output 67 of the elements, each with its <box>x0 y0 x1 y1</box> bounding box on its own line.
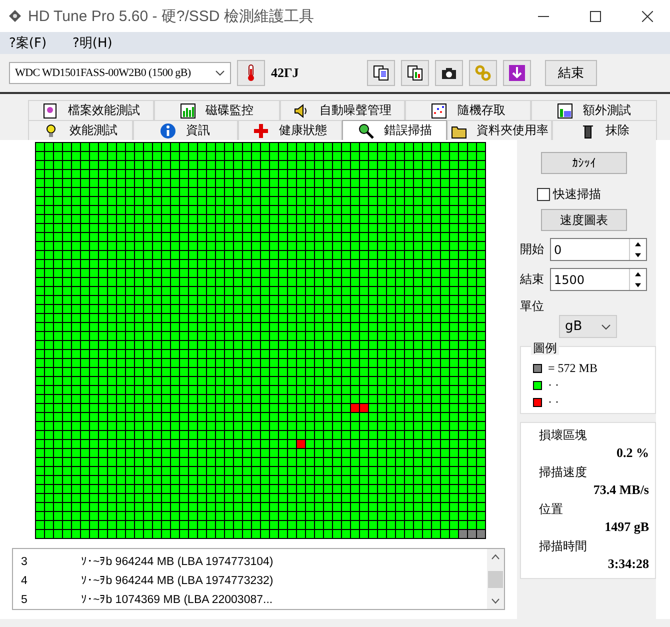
speaker-icon <box>293 102 310 118</box>
stat-label: 掃描速度 <box>539 464 588 481</box>
result-text: ｿ･~ｦb 1074369 MB (LBA 22003087... <box>81 593 273 606</box>
documents-icon <box>372 64 390 82</box>
legend-label: = 572 MB <box>548 361 598 376</box>
legend-label: · · <box>548 378 559 393</box>
checkbox-label: 快速掃描 <box>553 186 601 203</box>
scatter-icon <box>431 102 448 118</box>
stat-label: 掃描時間 <box>539 538 588 555</box>
field-label: 單位 <box>520 298 545 315</box>
stat-value: 3:34:28 <box>606 556 649 573</box>
result-text: ｿ･~ｦb 964244 MB (LBA 1974773104) <box>81 555 274 568</box>
maximize-icon <box>590 10 600 22</box>
tab[interactable]: 自動噪聲管理 <box>280 100 406 120</box>
tab[interactable]: 磁碟監控 <box>154 100 280 120</box>
scrollbar[interactable] <box>487 549 504 609</box>
bar-chart-icon <box>180 102 196 118</box>
menu-item[interactable]: ?明(H) <box>70 34 114 52</box>
speed-chart-button[interactable]: 速度圖表 <box>541 209 627 231</box>
chart-documents-icon <box>406 64 424 82</box>
checkbox[interactable] <box>537 188 550 201</box>
tab[interactable]: 效能測試 <box>28 120 133 140</box>
tab[interactable]: 資訊 <box>132 120 238 140</box>
temperature-text: 42ΓJ <box>271 65 300 81</box>
chevron-down-icon <box>215 70 225 76</box>
thermometer-button[interactable] <box>237 60 265 86</box>
magnifier-icon <box>358 122 374 138</box>
stat-value: 73.4 MB/s <box>592 482 649 499</box>
result-number: 5 <box>20 594 28 606</box>
tab[interactable]: 錯誤掃描 <box>342 120 448 140</box>
field-label: 結束 <box>520 271 545 288</box>
stat-label: 損壞區塊 <box>539 427 588 444</box>
stat-label: 位置 <box>539 501 564 518</box>
camera-button[interactable] <box>435 60 463 86</box>
chain-icon <box>474 64 492 82</box>
close-icon <box>642 10 652 22</box>
tab[interactable]: 健康狀態 <box>238 120 342 140</box>
document-icon <box>42 102 58 118</box>
legend-title: 圖例 <box>531 341 559 355</box>
chevron-up-icon <box>491 554 500 560</box>
tab[interactable]: 資料夾使用率 <box>447 120 552 140</box>
stat-value: 0.2 % <box>616 445 649 462</box>
drive-dropdown[interactable]: WDC WD1501FASS-00W2B0 (1500 gB) <box>9 62 231 84</box>
download-button[interactable] <box>503 60 531 86</box>
copy-button[interactable] <box>367 60 395 86</box>
unit-dropdown[interactable]: gB <box>559 315 617 338</box>
result-number: 4 <box>20 574 28 586</box>
tab[interactable]: 抹除 <box>552 120 657 140</box>
window-title: HD Tune Pro 5.60 - 硬?/SSD 檢測維護工具 <box>28 6 315 26</box>
cross-icon <box>253 122 270 138</box>
exit-button[interactable]: 結束 <box>545 60 597 86</box>
tab[interactable]: 隨機存取 <box>405 100 532 120</box>
result-text: ｿ･~ｦb 964244 MB (LBA 1974773232) <box>81 574 274 587</box>
chevron-down-icon <box>601 324 611 330</box>
field-label: 開始 <box>520 241 545 258</box>
start-button[interactable]: ｶｼｯｲ <box>541 152 627 174</box>
chevron-down-icon <box>491 598 500 604</box>
menu-item[interactable]: ?案(F) <box>7 34 49 52</box>
legend-label: · · <box>548 395 559 410</box>
spin-field[interactable]: 0 <box>550 238 647 261</box>
copy-chart-button[interactable] <box>401 60 429 86</box>
stat-value: 1497 gB <box>604 519 649 536</box>
chart-window-icon <box>557 102 574 118</box>
spin-field[interactable]: 1500 <box>550 268 647 291</box>
tab[interactable]: 額外測試 <box>531 100 657 120</box>
result-number: 3 <box>20 556 28 568</box>
tab[interactable]: 檔案效能測試 <box>28 100 154 120</box>
